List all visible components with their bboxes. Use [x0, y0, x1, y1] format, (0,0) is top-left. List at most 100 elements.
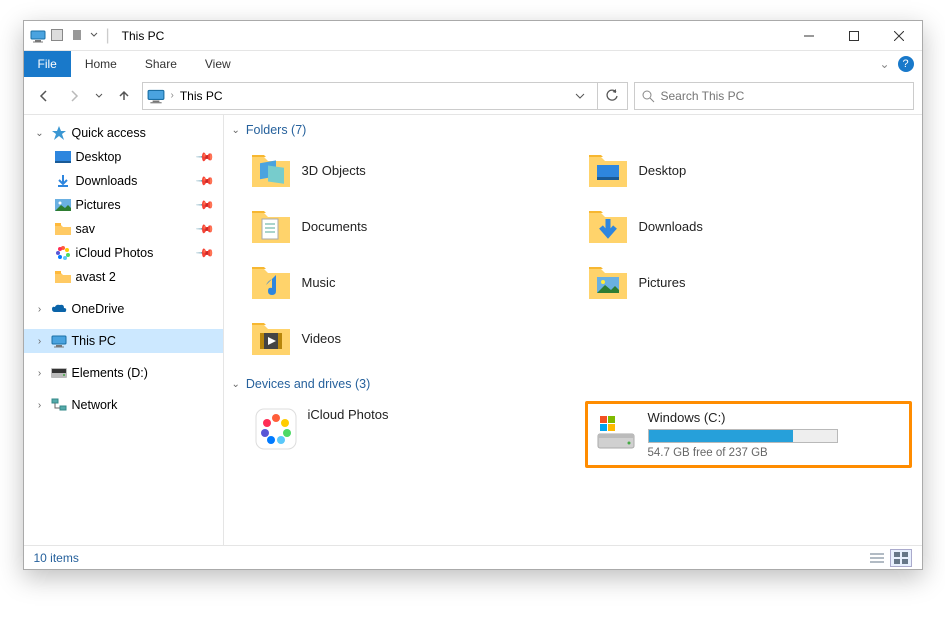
- folder-label: Pictures: [639, 275, 686, 290]
- drive-label: Windows (C:): [648, 410, 903, 425]
- icloud-photos-icon: [54, 244, 72, 262]
- address-row: › This PC: [24, 77, 922, 115]
- folder-item[interactable]: Documents: [248, 201, 575, 251]
- navigation-pane: ⌄ Quick access Desktop 📌 Downloads 📌 Pic…: [24, 115, 224, 545]
- drive-free-text: 54.7 GB free of 237 GB: [648, 447, 903, 459]
- chevron-right-icon[interactable]: ›: [34, 336, 46, 347]
- nav-this-pc[interactable]: › This PC: [24, 329, 223, 353]
- folder-label: Videos: [302, 331, 342, 346]
- explorer-window: | This PC File Home Share View ⌄ ? › Thi: [23, 20, 923, 570]
- chevron-right-icon[interactable]: ›: [34, 400, 46, 411]
- drive-capacity-bar: [648, 429, 838, 443]
- statusbar: 10 items: [24, 545, 922, 569]
- download-icon: [54, 172, 72, 190]
- nav-item-avast2[interactable]: avast 2: [24, 265, 223, 289]
- pin-icon: 📌: [195, 195, 215, 215]
- qat-icon-2[interactable]: [70, 28, 86, 44]
- maximize-button[interactable]: [832, 21, 877, 51]
- folder-item[interactable]: Desktop: [585, 145, 912, 195]
- folder-item[interactable]: Music: [248, 257, 575, 307]
- folder-item[interactable]: 3D Objects: [248, 145, 575, 195]
- drive-label: iCloud Photos: [308, 407, 569, 422]
- nav-quick-access[interactable]: ⌄ Quick access: [24, 121, 223, 145]
- nav-network[interactable]: › Network: [24, 393, 223, 417]
- ribbon: File Home Share View ⌄ ?: [24, 51, 922, 77]
- section-folders-header[interactable]: ⌄ Folders (7): [230, 119, 914, 141]
- folder-item[interactable]: Videos: [248, 313, 575, 363]
- qat-dropdown-icon[interactable]: [90, 28, 100, 44]
- drive-item-icloud-photos[interactable]: iCloud Photos: [248, 401, 575, 468]
- help-icon[interactable]: ?: [898, 56, 914, 72]
- titlebar: | This PC: [24, 21, 922, 51]
- folder-icon: [250, 205, 292, 247]
- icloud-photos-icon: [254, 407, 298, 451]
- content-pane: ⌄ Folders (7) 3D Objects Desktop Documents…: [224, 115, 922, 545]
- view-details-button[interactable]: [866, 549, 888, 567]
- chevron-right-icon[interactable]: ›: [34, 304, 46, 315]
- close-button[interactable]: [877, 21, 922, 51]
- pictures-icon: [54, 196, 72, 214]
- network-icon: [50, 396, 68, 414]
- folder-label: 3D Objects: [302, 163, 366, 178]
- address-dropdown-icon[interactable]: [567, 91, 593, 101]
- folder-item[interactable]: Pictures: [585, 257, 912, 307]
- this-pc-icon: [50, 332, 68, 350]
- search-input[interactable]: [661, 89, 907, 103]
- pin-icon: 📌: [195, 219, 215, 239]
- window-title: This PC: [122, 29, 165, 43]
- ribbon-tab-home[interactable]: Home: [71, 51, 131, 77]
- folder-label: Documents: [302, 219, 368, 234]
- nav-forward-button[interactable]: [62, 84, 86, 108]
- folder-icon: [587, 149, 629, 191]
- chevron-right-icon[interactable]: ›: [34, 368, 46, 379]
- this-pc-icon: [30, 28, 46, 44]
- nav-onedrive[interactable]: › OneDrive: [24, 297, 223, 321]
- chevron-down-icon: ⌄: [232, 125, 240, 136]
- ribbon-expand-icon[interactable]: ⌄: [879, 57, 889, 71]
- folder-icon: [587, 205, 629, 247]
- search-icon: [641, 89, 655, 103]
- address-bar[interactable]: › This PC: [142, 82, 598, 110]
- nav-item-desktop[interactable]: Desktop 📌: [24, 145, 223, 169]
- drive-item-windows-c[interactable]: Windows (C:) 54.7 GB free of 237 GB: [585, 401, 912, 468]
- disk-icon: [594, 410, 638, 454]
- nav-item-icloud-photos[interactable]: iCloud Photos 📌: [24, 241, 223, 265]
- folder-label: Desktop: [639, 163, 687, 178]
- nav-item-sav[interactable]: sav 📌: [24, 217, 223, 241]
- folder-icon: [250, 317, 292, 359]
- section-drives-header[interactable]: ⌄ Devices and drives (3): [230, 373, 914, 395]
- ribbon-tab-file[interactable]: File: [24, 51, 71, 77]
- chevron-down-icon: ⌄: [232, 379, 240, 390]
- nav-elements-drive[interactable]: › Elements (D:): [24, 361, 223, 385]
- onedrive-icon: [50, 300, 68, 318]
- nav-up-button[interactable]: [112, 84, 136, 108]
- folder-label: Music: [302, 275, 336, 290]
- folder-icon: [587, 261, 629, 303]
- folder-icon: [250, 261, 292, 303]
- nav-item-pictures[interactable]: Pictures 📌: [24, 193, 223, 217]
- folder-item[interactable]: Downloads: [585, 201, 912, 251]
- status-item-count: 10 items: [34, 551, 79, 565]
- folder-icon: [54, 268, 72, 286]
- minimize-button[interactable]: [787, 21, 832, 51]
- qat-icon[interactable]: [50, 28, 66, 44]
- folder-label: Downloads: [639, 219, 703, 234]
- pin-icon: 📌: [195, 171, 215, 191]
- star-icon: [50, 124, 68, 142]
- view-tiles-button[interactable]: [890, 549, 912, 567]
- pin-icon: 📌: [195, 147, 215, 167]
- breadcrumb[interactable]: This PC: [180, 89, 223, 103]
- ribbon-tab-share[interactable]: Share: [131, 51, 191, 77]
- chevron-down-icon[interactable]: ⌄: [34, 128, 46, 139]
- ribbon-tab-view[interactable]: View: [191, 51, 245, 77]
- this-pc-crumb-icon: [147, 87, 165, 105]
- nav-back-button[interactable]: [32, 84, 56, 108]
- pin-icon: 📌: [195, 243, 215, 263]
- refresh-button[interactable]: [598, 82, 628, 110]
- desktop-icon: [54, 148, 72, 166]
- search-box[interactable]: [634, 82, 914, 110]
- nav-item-downloads[interactable]: Downloads 📌: [24, 169, 223, 193]
- nav-recent-button[interactable]: [92, 84, 106, 108]
- folder-icon: [54, 220, 72, 238]
- drive-icon: [50, 364, 68, 382]
